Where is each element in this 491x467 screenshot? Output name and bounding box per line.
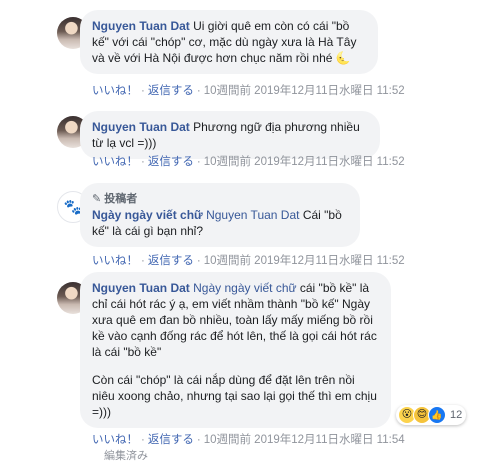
- like-reaction-icon: 👍: [428, 406, 446, 424]
- like-button[interactable]: いいね！: [92, 255, 138, 267]
- reply-button[interactable]: 返信する: [148, 255, 194, 267]
- pencil-icon: ✎: [92, 193, 102, 205]
- comment-bubble: Nguyen Tuan Dat Phương ngữ địa phương nh…: [80, 111, 380, 159]
- comment-meta: いいね！ · 返信する · 10週間前 2019年12月11日水曜日 11:54: [92, 434, 405, 446]
- comment-author[interactable]: Nguyen Tuan Dat: [92, 120, 190, 134]
- comment-meta: いいね！ · 返信する · 10週間前 2019年12月11日水曜日 11:52: [92, 255, 405, 267]
- comment-author[interactable]: Nguyen Tuan Dat: [92, 19, 190, 33]
- reply-button[interactable]: 返信する: [148, 85, 194, 97]
- timestamp[interactable]: 10週間前 2019年12月11日水曜日 11:52: [204, 255, 405, 267]
- moon-emoji-icon: 🌜: [335, 51, 351, 65]
- comment-meta: いいね！ · 返信する · 10週間前 2019年12月11日水曜日 11:52: [92, 85, 405, 97]
- comment-author[interactable]: Nguyen Tuan Dat: [92, 281, 190, 295]
- comment-bubble: Nguyen Tuan Dat Ngày ngày viết chữ cái "…: [80, 272, 391, 428]
- timestamp[interactable]: 10週間前 2019年12月11日水曜日 11:52: [204, 156, 405, 168]
- comment-bubble: Nguyen Tuan Dat Ui giời quê em còn có cá…: [80, 10, 378, 74]
- comment-text-paragraph: Còn cái "chóp" là cái nắp dùng để đặt lê…: [92, 373, 381, 419]
- timestamp[interactable]: 10週間前 2019年12月11日水曜日 11:52: [204, 85, 405, 97]
- author-tag-label: 投稿者: [104, 193, 138, 205]
- like-button[interactable]: いいね！: [92, 85, 138, 97]
- like-button[interactable]: いいね！: [92, 156, 138, 168]
- reaction-count: 12: [450, 409, 463, 421]
- comment-author[interactable]: Ngày ngày viết chữ: [92, 208, 203, 222]
- comment-bubble: ✎ 投稿者 Ngày ngày viết chữ Nguyen Tuan Dat …: [80, 183, 360, 247]
- edited-label[interactable]: 編集済み: [104, 447, 148, 463]
- author-tag: ✎ 投稿者: [92, 191, 348, 207]
- timestamp[interactable]: 10週間前 2019年12月11日水曜日 11:54: [204, 434, 405, 446]
- mention-link[interactable]: Ngày ngày viết chữ: [193, 281, 296, 295]
- reply-button[interactable]: 返信する: [148, 434, 194, 446]
- like-button[interactable]: いいね！: [92, 434, 138, 446]
- comment-meta: いいね！ · 返信する · 10週間前 2019年12月11日水曜日 11:52: [92, 156, 405, 168]
- mention-link[interactable]: Nguyen Tuan Dat: [206, 208, 299, 222]
- reaction-summary[interactable]: 😮 😊 👍 12: [396, 405, 467, 425]
- reply-button[interactable]: 返信する: [148, 156, 194, 168]
